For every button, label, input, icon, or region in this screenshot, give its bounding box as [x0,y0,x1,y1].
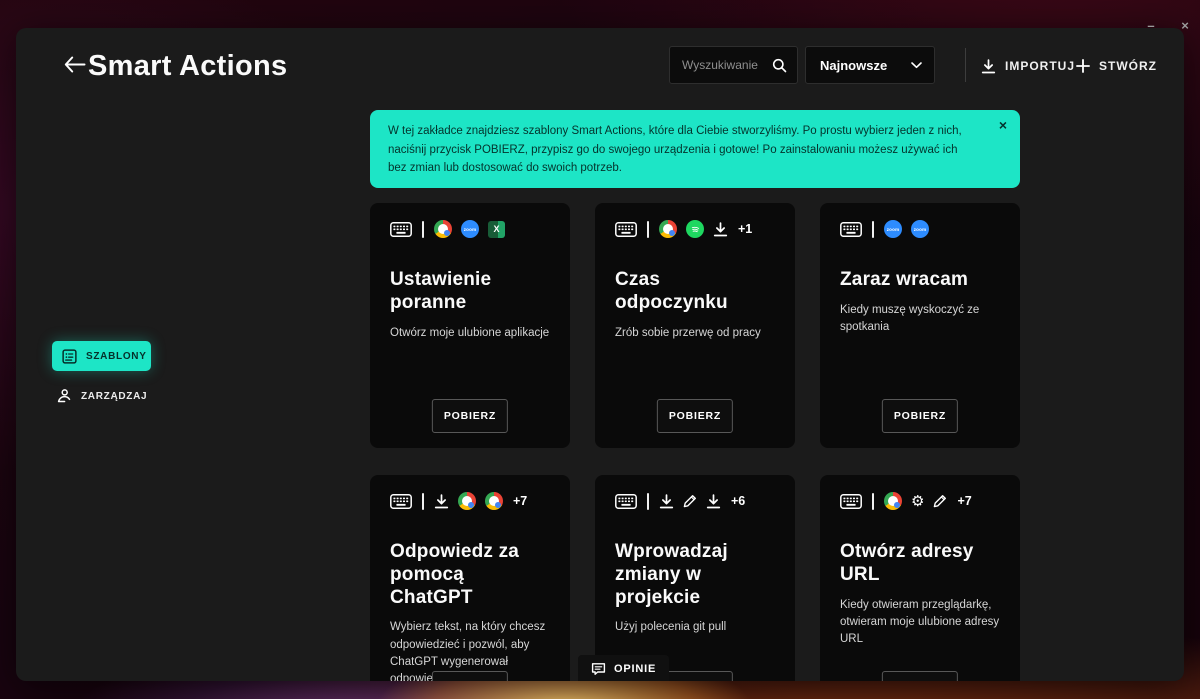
create-button-label: STWÓRZ [1099,59,1157,73]
separator-icon [422,221,424,238]
card-title: Wprowadzaj zmiany w projekcie [615,541,775,609]
card-title: Ustawienie poranne [390,269,550,315]
template-card[interactable]: zoom zoom Zaraz wracam Kiedy muszę wyskoc… [820,203,1020,448]
search-input-container[interactable] [669,46,798,84]
sidebar-item-zarzadzaj[interactable]: ZARZĄDZAJ [56,383,147,409]
pencil-icon [933,494,947,508]
pobierz-button[interactable]: POBIERZ [882,399,958,433]
zoom-icon: zoom [911,220,929,238]
card-title: Odpowiedz za pomocą ChatGPT [390,541,550,609]
chrome-icon [884,492,902,510]
download-icon [981,59,996,74]
separator-icon [647,493,649,510]
more-apps-badge: +7 [513,494,527,508]
plus-icon [1076,59,1090,73]
chrome-icon [485,492,503,510]
more-apps-badge: +1 [738,222,752,236]
info-banner-text: W tej zakładce znajdziesz szablony Smart… [388,125,962,174]
search-input[interactable] [682,58,772,72]
close-icon[interactable]: × [1176,18,1194,33]
card-icon-row: +6 [615,492,775,510]
sort-dropdown-value: Najnowsze [820,58,887,73]
pobierz-button[interactable]: POBIERZ [882,671,958,681]
keyboard-icon [840,494,862,509]
card-icon-row: zoom X [390,220,550,238]
window-controls: – × [1142,18,1194,33]
gear-icon: ⚙ [911,494,924,509]
card-subtitle: Kiedy muszę wyskoczyć ze spotkania [840,302,1000,337]
info-banner: W tej zakładce znajdziesz szablony Smart… [370,110,1020,188]
card-icon-row: zoom zoom [840,220,1000,238]
card-subtitle: Kiedy otwieram przeglądarkę, otwieram mo… [840,597,1000,649]
sort-dropdown[interactable]: Najnowsze [805,46,935,84]
manage-person-icon [56,388,72,404]
separator-icon [872,221,874,238]
speech-bubble-icon [591,662,606,676]
zoom-icon: zoom [461,220,479,238]
template-card[interactable]: zoom X Ustawienie poranne Otwórz moje ulu… [370,203,570,448]
chrome-icon [434,220,452,238]
more-apps-badge: +7 [957,494,971,508]
card-title: Czas odpoczynku [615,269,775,315]
excel-icon: X [488,221,505,238]
card-icon-row: ⚙ +7 [840,492,1000,510]
separator-icon [422,493,424,510]
more-apps-badge: +6 [731,494,745,508]
template-card[interactable]: +6 Wprowadzaj zmiany w projekcie Użyj po… [595,475,795,681]
banner-close-icon[interactable]: × [999,118,1007,132]
separator-icon [647,221,649,238]
search-icon [772,58,787,73]
separator-icon [872,493,874,510]
zoom-icon: zoom [884,220,902,238]
keyboard-icon [615,222,637,237]
import-button[interactable]: IMPORTUJ [981,55,1075,77]
download-icon [706,494,721,509]
pobierz-button[interactable]: POBIERZ [432,671,508,681]
template-card[interactable]: ⚙ +7 Otwórz adresy URL Kiedy otwieram pr… [820,475,1020,681]
pobierz-button[interactable]: POBIERZ [657,399,733,433]
card-subtitle: Użyj polecenia git pull [615,619,775,636]
keyboard-icon [390,494,412,509]
template-card[interactable]: +7 Odpowiedz za pomocą ChatGPT Wybierz t… [370,475,570,681]
feedback-button-label: OPINIE [614,663,656,675]
pencil-icon [683,494,697,508]
download-icon [659,494,674,509]
sidebar-item-label: SZABLONY [86,351,147,362]
sidebar-item-szablony[interactable]: SZABLONY [52,341,151,371]
sidebar-item-label: ZARZĄDZAJ [81,391,147,402]
keyboard-icon [390,222,412,237]
card-icon-row: +1 [615,220,775,238]
feedback-button[interactable]: OPINIE [578,655,669,681]
chrome-icon [458,492,476,510]
app-window: Smart Actions Najnowsze IMPORTUJ STWÓRZ … [16,28,1184,681]
template-card[interactable]: +1 Czas odpoczynku Zrób sobie przerwę od… [595,203,795,448]
pobierz-button[interactable]: POBIERZ [432,399,508,433]
template-list-icon [62,349,77,364]
card-title: Otwórz adresy URL [840,541,1000,587]
card-title: Zaraz wracam [840,269,1000,292]
import-button-label: IMPORTUJ [1005,59,1075,73]
chrome-icon [659,220,677,238]
minimize-icon[interactable]: – [1142,18,1160,33]
download-icon [713,222,728,237]
keyboard-icon [615,494,637,509]
card-subtitle: Otwórz moje ulubione aplikacje [390,325,550,342]
page-title: Smart Actions [88,50,287,83]
download-icon [434,494,449,509]
toolbar-divider [965,48,966,82]
spotify-icon [686,220,704,238]
card-subtitle: Zrób sobie przerwę od pracy [615,325,775,342]
keyboard-icon [840,222,862,237]
create-button[interactable]: STWÓRZ [1076,55,1157,77]
back-button[interactable] [64,56,86,73]
chevron-down-icon [911,62,922,69]
card-icon-row: +7 [390,492,550,510]
